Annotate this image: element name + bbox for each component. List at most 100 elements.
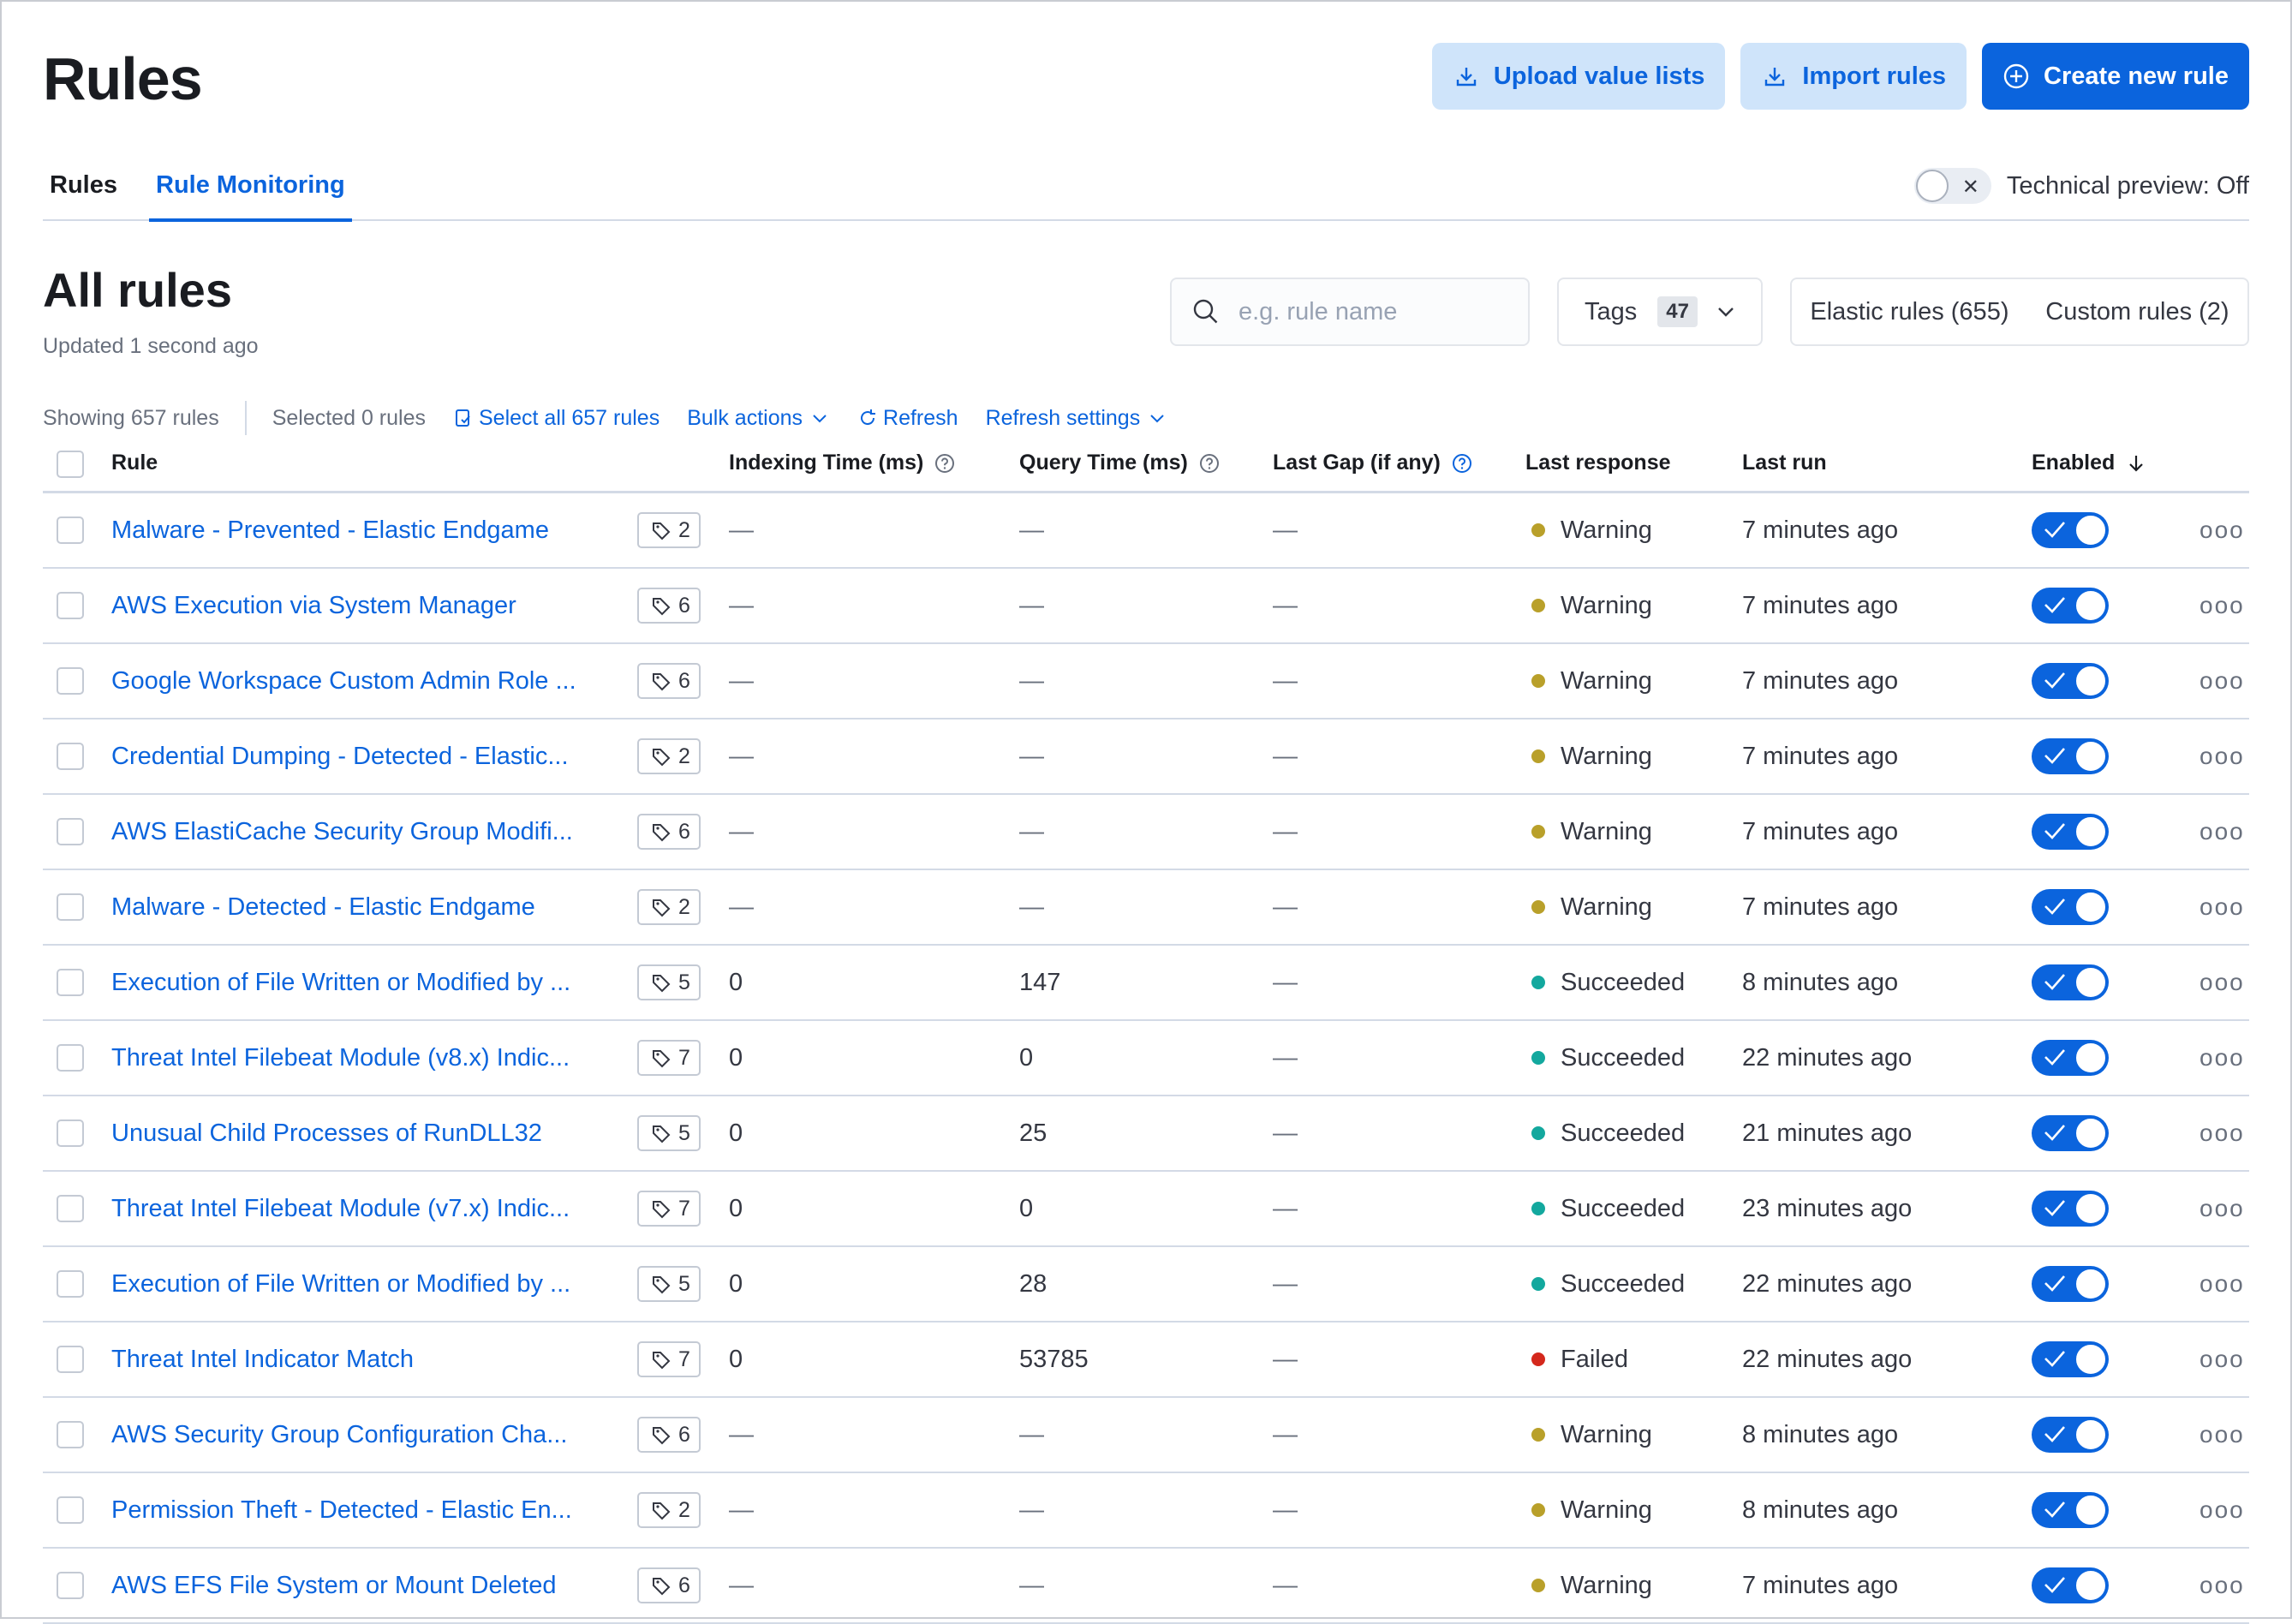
enabled-toggle[interactable]	[2032, 1417, 2109, 1453]
tags-badge[interactable]: 2	[637, 889, 701, 925]
column-last-gap[interactable]: Last Gap (if any)	[1273, 451, 1473, 475]
technical-preview-toggle[interactable]: ✕	[1913, 168, 1991, 204]
row-checkbox[interactable]	[57, 592, 84, 619]
tags-filter-button[interactable]: Tags 47	[1557, 278, 1763, 346]
row-checkbox[interactable]	[57, 1421, 84, 1448]
bulk-actions-button[interactable]: Bulk actions	[687, 406, 830, 431]
enabled-toggle[interactable]	[2032, 1115, 2109, 1151]
more-actions-icon[interactable]: ooo	[2199, 1346, 2245, 1373]
tags-badge[interactable]: 6	[637, 1567, 701, 1603]
enabled-toggle[interactable]	[2032, 1341, 2109, 1377]
more-actions-icon[interactable]: ooo	[2199, 1270, 2245, 1298]
tags-badge[interactable]: 5	[637, 964, 701, 1000]
toggle-knob	[2074, 815, 2107, 848]
row-checkbox[interactable]	[57, 1270, 84, 1298]
indexing-time-value: —	[729, 742, 754, 770]
more-actions-icon[interactable]: ooo	[2199, 893, 2245, 921]
rule-name-link[interactable]: Google Workspace Custom Admin Role ...	[111, 667, 576, 696]
row-checkbox[interactable]	[57, 893, 84, 921]
rule-name-link[interactable]: Malware - Prevented - Elastic Endgame	[111, 516, 549, 545]
rule-name-link[interactable]: Execution of File Written or Modified by…	[111, 1270, 570, 1299]
column-enabled[interactable]: Enabled	[2032, 451, 2147, 475]
more-actions-icon[interactable]: ooo	[2199, 969, 2245, 996]
rule-name-link[interactable]: Threat Intel Filebeat Module (v7.x) Indi…	[111, 1195, 570, 1223]
enabled-toggle[interactable]	[2032, 1492, 2109, 1528]
create-new-rule-button[interactable]: Create new rule	[1982, 43, 2249, 110]
search-input[interactable]	[1239, 297, 1513, 326]
tags-badge[interactable]: 5	[637, 1266, 701, 1302]
enabled-toggle[interactable]	[2032, 889, 2109, 925]
enabled-toggle[interactable]	[2032, 1266, 2109, 1302]
row-checkbox[interactable]	[57, 1044, 84, 1072]
import-rules-button[interactable]: Import rules	[1740, 43, 1967, 110]
column-last-run[interactable]: Last run	[1742, 451, 1827, 475]
row-checkbox[interactable]	[57, 743, 84, 770]
more-actions-icon[interactable]: ooo	[2199, 1496, 2245, 1524]
rule-name-link[interactable]: Permission Theft - Detected - Elastic En…	[111, 1496, 572, 1525]
enabled-toggle[interactable]	[2032, 1040, 2109, 1076]
row-checkbox[interactable]	[57, 1496, 84, 1524]
elastic-rules-filter[interactable]: Elastic rules (655)	[1810, 298, 2008, 326]
custom-rules-filter[interactable]: Custom rules (2)	[2045, 298, 2229, 326]
row-checkbox[interactable]	[57, 969, 84, 996]
rule-name-link[interactable]: AWS Security Group Configuration Cha...	[111, 1421, 567, 1449]
more-actions-icon[interactable]: ooo	[2199, 1119, 2245, 1147]
rule-name-link[interactable]: Credential Dumping - Detected - Elastic.…	[111, 743, 569, 771]
refresh-settings-button[interactable]: Refresh settings	[986, 406, 1168, 431]
rule-name-link[interactable]: Execution of File Written or Modified by…	[111, 969, 570, 997]
enabled-toggle[interactable]	[2032, 663, 2109, 699]
row-checkbox[interactable]	[57, 516, 84, 544]
more-actions-icon[interactable]: ooo	[2199, 1044, 2245, 1072]
rule-name-link[interactable]: Unusual Child Processes of RunDLL32	[111, 1119, 542, 1148]
tags-badge[interactable]: 2	[637, 512, 701, 548]
enabled-toggle[interactable]	[2032, 814, 2109, 850]
refresh-button[interactable]: Refresh	[857, 406, 958, 431]
tags-badge[interactable]: 2	[637, 738, 701, 774]
enabled-toggle[interactable]	[2032, 1567, 2109, 1603]
more-actions-icon[interactable]: ooo	[2199, 592, 2245, 619]
tags-badge[interactable]: 6	[637, 663, 701, 699]
column-rule[interactable]: Rule	[111, 451, 158, 475]
rule-name-link[interactable]: Malware - Detected - Elastic Endgame	[111, 893, 535, 922]
tab-rule-monitoring[interactable]: Rule Monitoring	[149, 171, 352, 222]
select-all-checkbox[interactable]	[57, 451, 84, 478]
tags-badge[interactable]: 5	[637, 1115, 701, 1151]
indexing-time-value: —	[729, 516, 754, 544]
tags-badge[interactable]: 7	[637, 1341, 701, 1377]
tags-badge[interactable]: 2	[637, 1492, 701, 1528]
enabled-toggle[interactable]	[2032, 738, 2109, 774]
enabled-toggle[interactable]	[2032, 588, 2109, 624]
select-all-button[interactable]: Select all 657 rules	[453, 406, 660, 431]
rule-name-link[interactable]: AWS ElastiCache Security Group Modifi...	[111, 818, 573, 846]
enabled-toggle[interactable]	[2032, 512, 2109, 548]
rule-name-link[interactable]: AWS EFS File System or Mount Deleted	[111, 1572, 556, 1600]
row-checkbox[interactable]	[57, 667, 84, 695]
rule-name-link[interactable]: Threat Intel Filebeat Module (v8.x) Indi…	[111, 1044, 570, 1072]
rule-name-link[interactable]: AWS Execution via System Manager	[111, 592, 516, 620]
more-actions-icon[interactable]: ooo	[2199, 1421, 2245, 1448]
tags-badge[interactable]: 6	[637, 588, 701, 624]
enabled-toggle[interactable]	[2032, 964, 2109, 1000]
column-query-time[interactable]: Query Time (ms)	[1019, 451, 1221, 475]
row-checkbox[interactable]	[57, 1572, 84, 1599]
more-actions-icon[interactable]: ooo	[2199, 818, 2245, 845]
tags-badge[interactable]: 7	[637, 1040, 701, 1076]
more-actions-icon[interactable]: ooo	[2199, 667, 2245, 695]
row-checkbox[interactable]	[57, 1346, 84, 1373]
upload-value-lists-button[interactable]: Upload value lists	[1431, 43, 1726, 110]
more-actions-icon[interactable]: ooo	[2199, 743, 2245, 770]
tags-badge[interactable]: 6	[637, 1417, 701, 1453]
column-indexing-time[interactable]: Indexing Time (ms)	[729, 451, 956, 475]
row-checkbox[interactable]	[57, 1195, 84, 1222]
tags-badge[interactable]: 6	[637, 814, 701, 850]
column-last-response[interactable]: Last response	[1525, 451, 1671, 475]
more-actions-icon[interactable]: ooo	[2199, 1572, 2245, 1599]
enabled-toggle[interactable]	[2032, 1191, 2109, 1227]
more-actions-icon[interactable]: ooo	[2199, 516, 2245, 544]
row-checkbox[interactable]	[57, 818, 84, 845]
tags-badge[interactable]: 7	[637, 1191, 701, 1227]
rule-name-link[interactable]: Threat Intel Indicator Match	[111, 1346, 414, 1374]
more-actions-icon[interactable]: ooo	[2199, 1195, 2245, 1222]
row-checkbox[interactable]	[57, 1119, 84, 1147]
tab-rules[interactable]: Rules	[43, 171, 124, 218]
